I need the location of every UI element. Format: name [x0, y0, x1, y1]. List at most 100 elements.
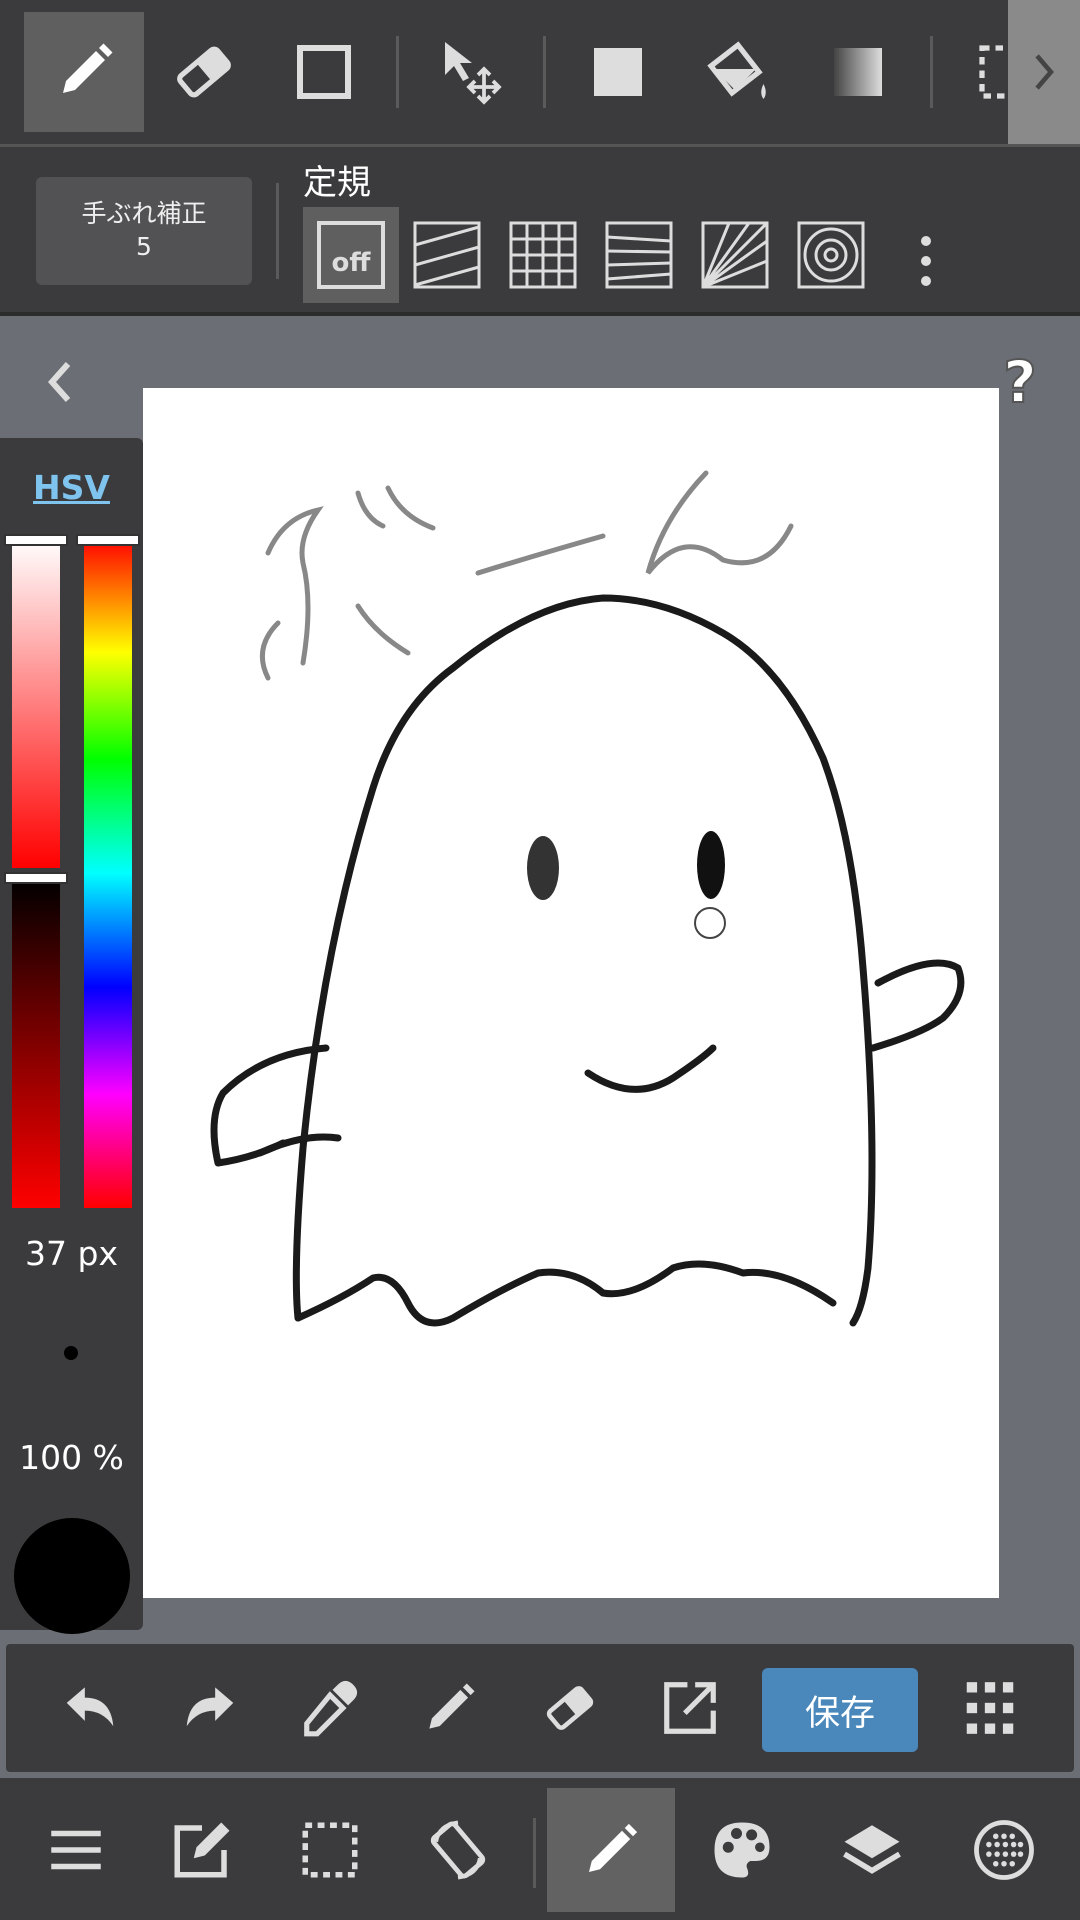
eraser-tool-button[interactable]: [144, 12, 264, 132]
grid-dots-icon: [966, 1682, 1014, 1734]
ruler-more-button[interactable]: [906, 231, 946, 291]
brush-size-preview: [64, 1346, 78, 1360]
top-toolbar: [0, 0, 1080, 147]
tool-options-bar: 手ぶれ補正 5 定規 off: [0, 147, 1080, 316]
move-icon: [445, 42, 502, 105]
ruler-perspective-button[interactable]: [591, 207, 687, 303]
color-mode-toggle[interactable]: HSV: [0, 468, 143, 507]
drawing-canvas[interactable]: [143, 388, 999, 1598]
svg-text:?: ?: [1003, 348, 1037, 416]
eyedropper-icon: [304, 1680, 358, 1737]
layers-button[interactable]: [808, 1788, 936, 1912]
eraser-shortcut-button[interactable]: [530, 1668, 610, 1748]
brush-cursor: [694, 907, 726, 939]
rotate-screen-icon: [430, 1820, 486, 1880]
perspective-ruler-icon: [605, 221, 673, 289]
external-open-icon: [664, 1682, 716, 1734]
chevron-left-icon: [47, 362, 71, 402]
eraser-icon: [177, 46, 231, 98]
help-button[interactable]: ?: [990, 346, 1050, 417]
layers-icon: [843, 1825, 901, 1874]
undo-button[interactable]: [50, 1668, 130, 1748]
pen-icon: [63, 43, 113, 93]
pen-tool-button[interactable]: [24, 12, 144, 132]
edit-button[interactable]: [138, 1788, 266, 1912]
move-tool-button[interactable]: [412, 12, 532, 132]
brush-panel-button[interactable]: [547, 1788, 675, 1912]
pen-shortcut-button[interactable]: [410, 1668, 490, 1748]
transform-button[interactable]: [650, 1668, 730, 1748]
undo-icon: [66, 1687, 114, 1727]
sketch-text-drawing: [259, 470, 794, 681]
canvas-drawing: [210, 470, 965, 1327]
ruler-off-button[interactable]: off: [303, 207, 399, 303]
pen-icon: [589, 1823, 638, 1872]
pen-icon: [429, 1683, 475, 1729]
bucket-fill-icon: [707, 41, 766, 99]
bucket-tool-button[interactable]: [678, 12, 798, 132]
menu-button[interactable]: [12, 1788, 140, 1912]
opacity-label[interactable]: 100 %: [0, 1438, 143, 1477]
ghost-eye-left: [527, 836, 559, 900]
ruler-grid-button[interactable]: [495, 207, 591, 303]
action-bar: 保存: [6, 1644, 1074, 1772]
stabilizer-value: 5: [136, 232, 152, 261]
chevron-right-icon: [1035, 54, 1054, 90]
ruler-label: 定規: [303, 163, 371, 203]
gradient-tool-button[interactable]: [798, 12, 918, 132]
hamburger-menu-icon: [51, 1830, 101, 1870]
eraser-icon: [546, 1686, 594, 1730]
color-palette-button[interactable]: [678, 1788, 806, 1912]
materials-button[interactable]: [940, 1788, 1068, 1912]
nav-divider: [533, 1818, 536, 1888]
options-divider: [276, 183, 279, 279]
selection-button[interactable]: [266, 1788, 394, 1912]
edit-icon: [174, 1822, 230, 1878]
value-handle[interactable]: [6, 874, 66, 882]
shape-tool-button[interactable]: [264, 12, 384, 132]
radial-ruler-icon: [701, 221, 769, 289]
saturation-slider[interactable]: [12, 538, 60, 868]
ghost-eye-right: [697, 831, 725, 899]
grid-ruler-icon: [509, 221, 577, 289]
eyedropper-button[interactable]: [290, 1668, 370, 1748]
toolbar-divider: [396, 36, 399, 108]
palette-icon: [714, 1822, 770, 1878]
ruler-off-icon: off: [317, 221, 385, 289]
rectangle-outline-icon: [297, 45, 351, 99]
bottom-navigation: [0, 1778, 1080, 1920]
fill-rect-tool-button[interactable]: [558, 12, 678, 132]
more-vertical-icon: [921, 236, 931, 286]
brush-size-label[interactable]: 37 px: [0, 1234, 143, 1273]
concentric-ruler-icon: [797, 221, 865, 289]
toolbar-divider: [543, 36, 546, 108]
ruler-concentric-button[interactable]: [783, 207, 879, 303]
saturation-handle[interactable]: [6, 536, 66, 544]
ruler-parallel-button[interactable]: [399, 207, 495, 303]
gradient-icon: [834, 48, 882, 96]
stabilizer-label: 手ぶれ補正: [81, 199, 207, 228]
value-slider[interactable]: [12, 878, 60, 1208]
redo-button[interactable]: [170, 1668, 250, 1748]
ruler-radial-button[interactable]: [687, 207, 783, 303]
save-button[interactable]: 保存: [762, 1668, 918, 1752]
back-button[interactable]: [36, 352, 84, 412]
hue-slider[interactable]: [84, 538, 132, 1208]
filled-square-icon: [594, 48, 642, 96]
help-icon: ?: [1002, 347, 1038, 417]
current-color-swatch[interactable]: [14, 1518, 130, 1634]
hue-handle[interactable]: [78, 536, 138, 544]
toolbar-divider: [930, 36, 933, 108]
dotted-circle-icon: [974, 1820, 1034, 1880]
canvas-area: ? HSV 37 px 100 %: [0, 316, 1080, 1640]
toolbar-scroll-right[interactable]: [1008, 0, 1080, 144]
stabilizer-button[interactable]: 手ぶれ補正 5: [36, 177, 252, 285]
more-actions-button[interactable]: [950, 1668, 1030, 1748]
selection-icon: [302, 1822, 358, 1878]
redo-icon: [186, 1687, 234, 1727]
ruler-off-label: off: [332, 248, 372, 278]
ghost-drawing: [210, 594, 965, 1327]
color-panel: HSV 37 px 100 %: [0, 438, 143, 1634]
parallel-ruler-icon: [413, 221, 481, 289]
rotate-canvas-button[interactable]: [394, 1788, 522, 1912]
